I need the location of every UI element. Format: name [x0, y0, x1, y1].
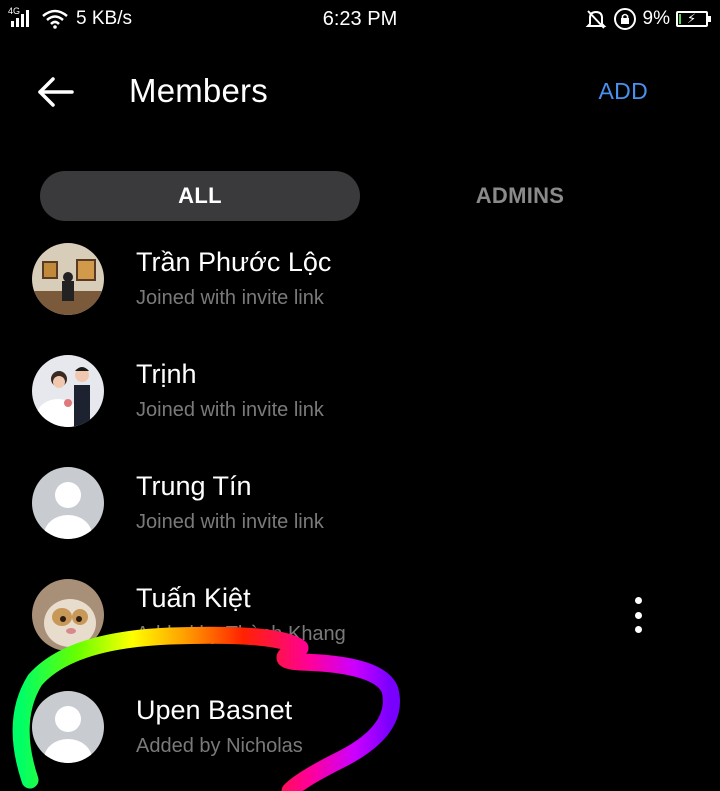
member-row[interactable]: Trịnh Joined with invite link — [0, 343, 720, 455]
photo-gallery-avatar — [32, 243, 104, 315]
mute-bell-icon — [585, 10, 606, 29]
default-person-avatar — [32, 467, 104, 539]
member-name: Trịnh — [136, 359, 197, 389]
dot — [634, 597, 642, 604]
page-title: Members — [129, 72, 268, 109]
photo-wedding-avatar — [32, 355, 104, 427]
tab-bar: ALL ADMINS — [40, 171, 680, 221]
member-row[interactable]: Trung Tín Joined with invite link — [0, 455, 720, 567]
more-vertical-icon[interactable] — [628, 595, 648, 635]
tab-admins[interactable]: ADMINS — [360, 171, 680, 221]
battery-charging-icon: ⚡ — [676, 11, 711, 27]
member-subtitle: Joined with invite link — [136, 287, 324, 309]
member-row[interactable]: Tuấn Kiệt Added by Thành Khang — [0, 567, 720, 679]
member-subtitle: Added by Nicholas — [136, 735, 303, 757]
member-name: Tuấn Kiệt — [136, 583, 251, 613]
member-subtitle: Added by Thành Khang — [136, 623, 346, 645]
member-row[interactable]: Trần Phước Lộc Joined with invite link — [0, 231, 720, 343]
photo-cat-avatar — [32, 579, 104, 651]
tab-all[interactable]: ALL — [40, 171, 360, 221]
rotation-lock-icon — [613, 8, 636, 30]
arrow-left-icon — [38, 77, 74, 107]
status-right: 9% ⚡ — [585, 6, 711, 32]
battery-fill — [679, 14, 681, 24]
add-button[interactable]: ADD — [599, 78, 648, 105]
default-person-avatar — [32, 691, 104, 763]
dot — [634, 626, 642, 633]
member-subtitle: Joined with invite link — [136, 511, 324, 533]
charging-bolt-icon: ⚡ — [687, 11, 697, 26]
battery-percent: 9% — [642, 8, 670, 29]
member-name: Trung Tín — [136, 471, 252, 501]
dot — [634, 611, 642, 619]
member-name: Upen Basnet — [136, 695, 293, 725]
status-bar: 4G 5 KB/s 6:23 PM 9% ⚡ — [0, 0, 720, 38]
member-subtitle: Joined with invite link — [136, 399, 324, 421]
back-button[interactable] — [32, 70, 80, 114]
member-name: Trần Phước Lộc — [136, 247, 332, 277]
member-row[interactable]: Upen Basnet Added by Nicholas — [0, 679, 720, 791]
app-header: Members ADD — [0, 52, 720, 132]
